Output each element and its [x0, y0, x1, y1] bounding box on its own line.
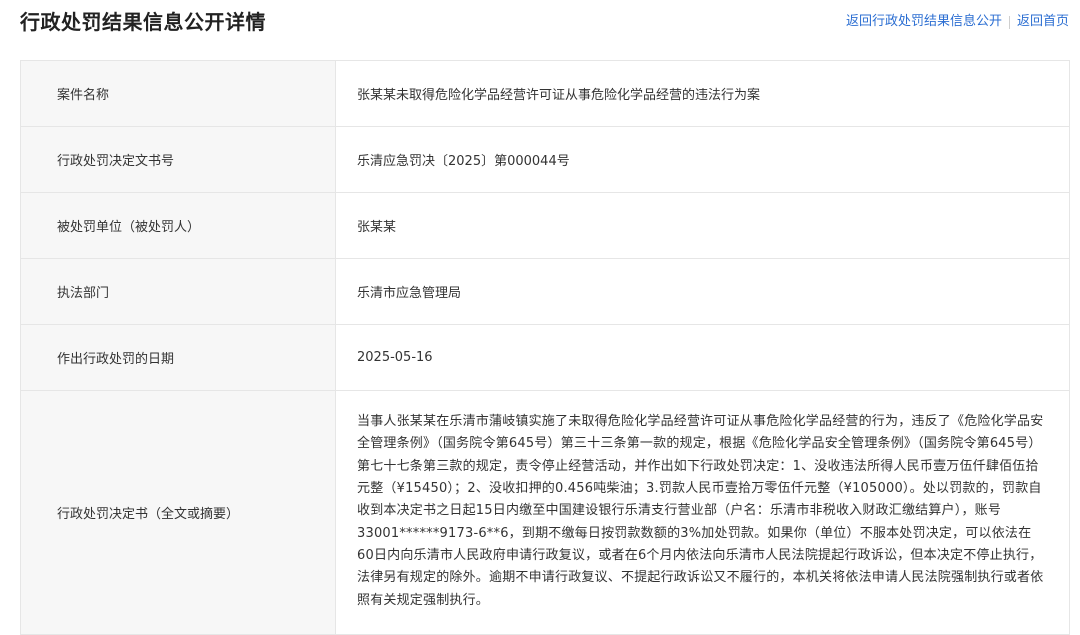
back-to-home-link[interactable]: 返回首页 [1017, 12, 1069, 32]
row-value: 张某某 [335, 192, 1070, 259]
row-value: 2025-05-16 [335, 324, 1070, 391]
row-label: 作出行政处罚的日期 [20, 324, 336, 391]
row-label: 行政处罚决定书（全文或摘要） [20, 390, 336, 635]
table-row-penalized-party: 被处罚单位（被处罚人） 张某某 [20, 192, 1070, 259]
table-row-case-name: 案件名称 张某某未取得危险化学品经营许可证从事危险化学品经营的违法行为案 [20, 60, 1070, 127]
row-label: 执法部门 [20, 258, 336, 325]
row-label: 被处罚单位（被处罚人） [20, 192, 336, 259]
table-row-penalty-decision: 行政处罚决定书（全文或摘要） 当事人张某某在乐清市蒲岐镇实施了未取得危险化学品经… [20, 390, 1070, 635]
table-row-penalty-date: 作出行政处罚的日期 2025-05-16 [20, 324, 1070, 391]
penalty-detail-table: 案件名称 张某某未取得危险化学品经营许可证从事危险化学品经营的违法行为案 行政处… [20, 60, 1070, 635]
header-links: 返回行政处罚结果信息公开 返回首页 [846, 12, 1069, 32]
row-value: 张某某未取得危险化学品经营许可证从事危险化学品经营的违法行为案 [335, 60, 1070, 127]
row-label: 案件名称 [20, 60, 336, 127]
table-row-enforcement-department: 执法部门 乐清市应急管理局 [20, 258, 1070, 325]
row-label: 行政处罚决定文书号 [20, 126, 336, 193]
page-title: 行政处罚结果信息公开详情 [20, 10, 266, 34]
link-divider [1008, 15, 1010, 29]
back-to-penalty-list-link[interactable]: 返回行政处罚结果信息公开 [846, 12, 1002, 32]
penalty-decision-text: 当事人张某某在乐清市蒲岐镇实施了未取得危险化学品经营许可证从事危险化学品经营的行… [357, 414, 1044, 608]
table-row-document-number: 行政处罚决定文书号 乐清应急罚决〔2025〕第000044号 [20, 126, 1070, 193]
row-value: 乐清市应急管理局 [335, 258, 1070, 325]
row-value: 乐清应急罚决〔2025〕第000044号 [335, 126, 1070, 193]
row-value-cell: 当事人张某某在乐清市蒲岐镇实施了未取得危险化学品经营许可证从事危险化学品经营的行… [335, 390, 1070, 635]
